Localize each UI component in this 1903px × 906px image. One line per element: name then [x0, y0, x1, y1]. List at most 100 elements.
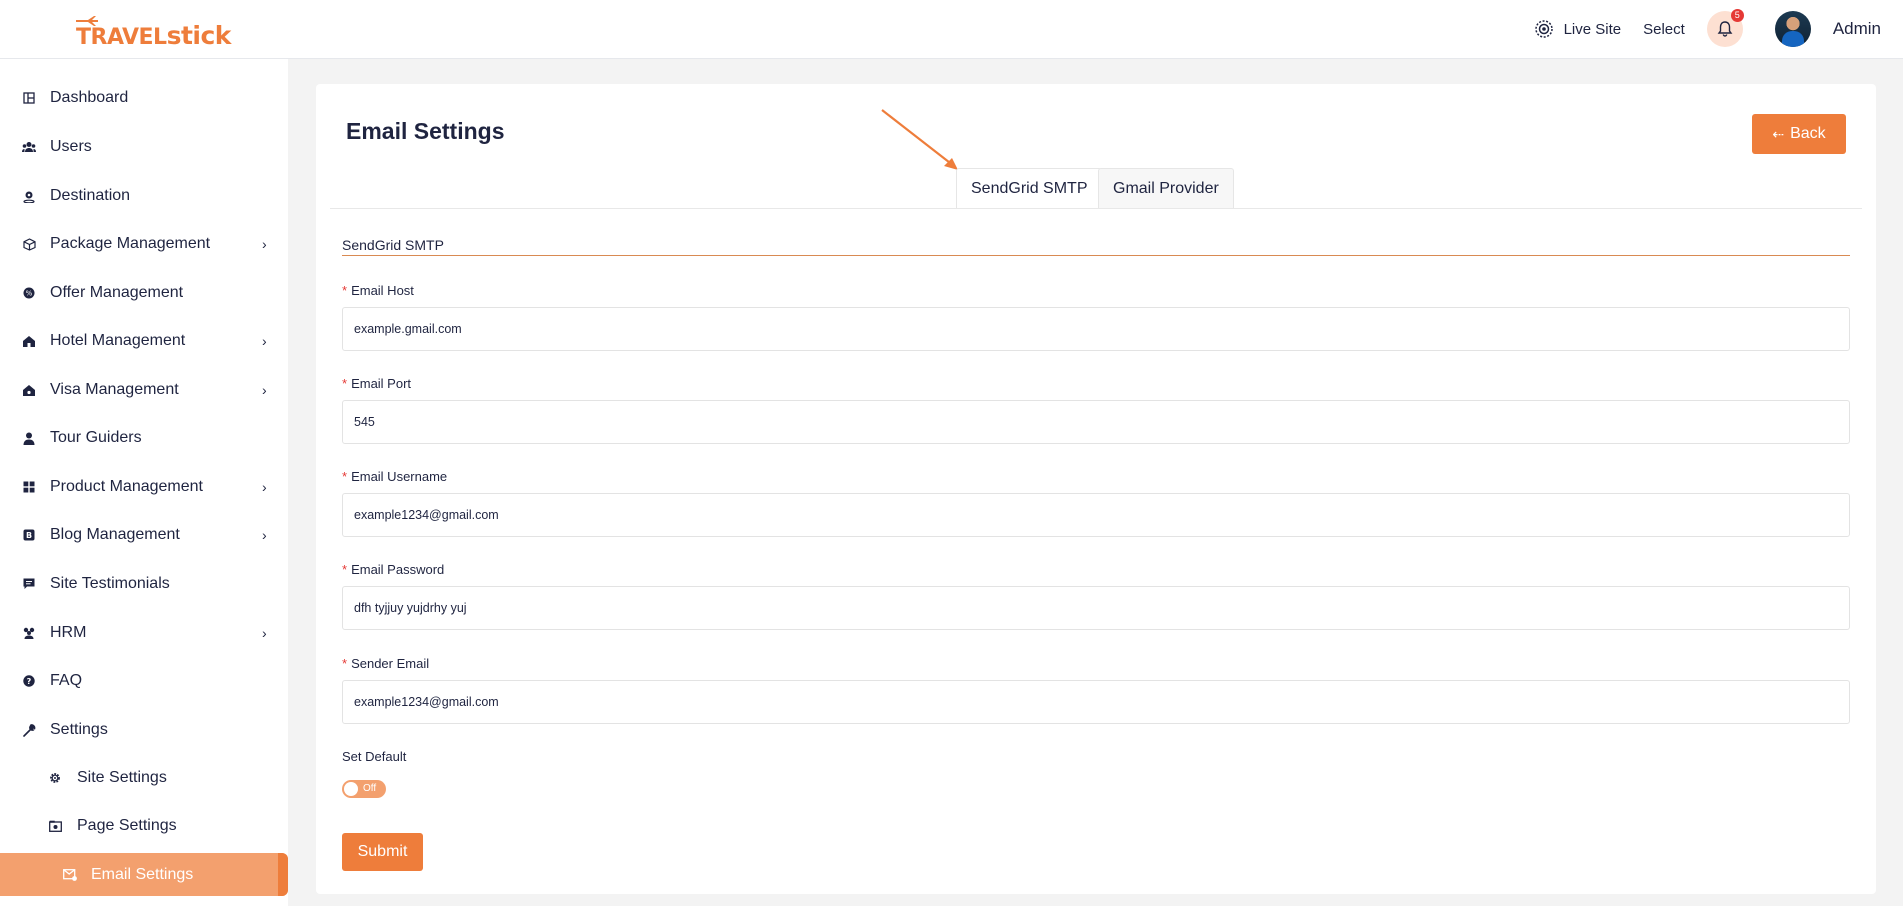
sidebar-item-email-settings[interactable]: Email Settings [0, 853, 288, 896]
chevron-right-icon: › [262, 236, 267, 252]
sidebar-item-offer-management[interactable]: % Offer Management [0, 273, 288, 313]
offer-badge-icon: % [22, 286, 36, 300]
avatar[interactable] [1774, 11, 1811, 47]
live-site-link[interactable]: Live Site [1534, 19, 1622, 39]
plane-icon [76, 16, 98, 26]
sidebar-item-settings[interactable]: Settings [0, 710, 288, 750]
sidebar-item-label: Users [50, 138, 92, 155]
sidebar-item-visa-management[interactable]: Visa Management › [0, 370, 288, 410]
sidebar-item-label: Product Management [50, 478, 203, 495]
sidebar-item-label: Site Settings [77, 769, 167, 786]
visa-icon [22, 383, 36, 397]
logo-text-stick: stick [166, 21, 232, 50]
email-host-label: * Email Host [342, 283, 414, 298]
grid-icon [22, 480, 36, 494]
select-dropdown[interactable]: Select [1643, 21, 1685, 38]
dashboard-icon [22, 91, 36, 105]
sidebar-item-package-management[interactable]: Package Management › [0, 224, 288, 264]
user-name[interactable]: Admin [1833, 19, 1881, 39]
toggle-state-label: Off [363, 783, 377, 794]
submit-button[interactable]: Submit [342, 833, 423, 871]
sidebar-item-label: Settings [50, 721, 108, 738]
set-default-toggle[interactable]: Off [342, 780, 386, 798]
wrench-icon [22, 723, 36, 737]
sidebar-item-hotel-management[interactable]: Hotel Management › [0, 321, 288, 361]
email-password-input[interactable] [342, 586, 1850, 630]
sidebar-item-label: Site Testimonials [50, 575, 170, 592]
sidebar-item-product-management[interactable]: Product Management › [0, 467, 288, 507]
sidebar-item-blog-management[interactable]: B Blog Management › [0, 515, 288, 555]
sidebar-item-site-settings[interactable]: Site Settings [0, 758, 288, 798]
chevron-right-icon: › [262, 333, 267, 349]
gear-icon [48, 771, 62, 785]
required-mark: * [342, 656, 348, 671]
svg-text:%: % [26, 290, 33, 298]
required-mark: * [342, 562, 348, 577]
live-site-label: Live Site [1563, 20, 1622, 38]
required-mark: * [342, 469, 348, 484]
svg-text:?: ? [27, 677, 32, 686]
hotel-icon [22, 334, 36, 348]
svg-text:B: B [26, 531, 32, 540]
live-site-icon [1534, 20, 1553, 38]
required-mark: * [342, 376, 348, 391]
required-mark: * [342, 283, 348, 298]
section-divider [342, 255, 1850, 256]
sidebar-item-hrm[interactable]: HRM › [0, 613, 288, 653]
chevron-right-icon: › [262, 527, 267, 543]
sidebar-item-label: Email Settings [91, 865, 194, 883]
travelstick-logo[interactable]: TRAVEL stick [76, 16, 231, 50]
pointer-arrow-icon [881, 109, 958, 170]
notification-badge: 5 [1730, 9, 1744, 22]
sidebar-item-faq[interactable]: ? FAQ [0, 661, 288, 701]
email-password-label: * Email Password [342, 562, 445, 577]
question-circle-icon: ? [22, 674, 36, 688]
sidebar-item-label: HRM [50, 624, 87, 641]
sender-email-label: * Sender Email [342, 656, 430, 671]
sidebar-item-label: Blog Management [50, 526, 180, 543]
bell-icon [1717, 21, 1733, 37]
tab-label: SendGrid SMTP [971, 180, 1088, 197]
sidebar-item-tour-guiders[interactable]: Tour Guiders [0, 418, 288, 458]
notification-button[interactable]: 5 [1706, 9, 1744, 47]
sidebar-item-label: Visa Management [50, 381, 179, 398]
page-title: Email Settings [346, 118, 505, 144]
sidebar-item-label: Offer Management [50, 284, 184, 301]
email-username-input[interactable] [342, 493, 1850, 537]
sidebar-item-label: Package Management [50, 235, 211, 252]
header-actions: Live Site Select 5 Admin [1534, 9, 1881, 49]
users-icon [22, 140, 36, 154]
email-host-input[interactable] [342, 307, 1850, 351]
user-icon [22, 431, 36, 445]
email-port-input[interactable] [342, 400, 1850, 444]
sender-email-input[interactable] [342, 680, 1850, 724]
logo-text-travel: TRAVEL [76, 25, 167, 50]
chevron-right-icon: › [262, 479, 267, 495]
section-title: SendGrid SMTP [342, 237, 444, 253]
tab-gmail-provider[interactable]: Gmail Provider [1098, 168, 1234, 209]
sidebar-item-label: Destination [50, 187, 131, 204]
sidebar-item-users[interactable]: Users [0, 127, 288, 167]
arrow-left-icon: ⇠ [1772, 125, 1785, 142]
tab-label: Gmail Provider [1113, 180, 1219, 197]
tab-sendgrid-smtp[interactable]: SendGrid SMTP [956, 168, 1103, 209]
chevron-right-icon: › [262, 625, 267, 641]
page-icon [48, 819, 62, 833]
back-button-label: Back [1790, 125, 1826, 142]
email-settings-card: Email Settings ⇠ Back SendGrid SMTP Gmai… [316, 84, 1876, 894]
email-port-label: * Email Port [342, 376, 412, 391]
sidebar-item-destination[interactable]: Destination [0, 176, 288, 216]
toggle-knob [344, 782, 358, 796]
cube-icon [22, 237, 36, 251]
sidebar-item-site-testimonials[interactable]: Site Testimonials [0, 564, 288, 604]
sidebar-item-label: Tour Guiders [50, 429, 142, 446]
sidebar-item-dashboard[interactable]: Dashboard [0, 78, 288, 118]
email-settings-icon [63, 868, 77, 882]
sidebar-item-label: Dashboard [50, 89, 129, 106]
comment-icon [22, 577, 36, 591]
sidebar-item-page-settings[interactable]: Page Settings [0, 806, 288, 846]
back-button[interactable]: ⇠ Back [1752, 114, 1846, 154]
tabs-divider [330, 208, 1862, 209]
sidebar-item-label: FAQ [50, 672, 83, 689]
location-pin-icon [22, 189, 36, 203]
